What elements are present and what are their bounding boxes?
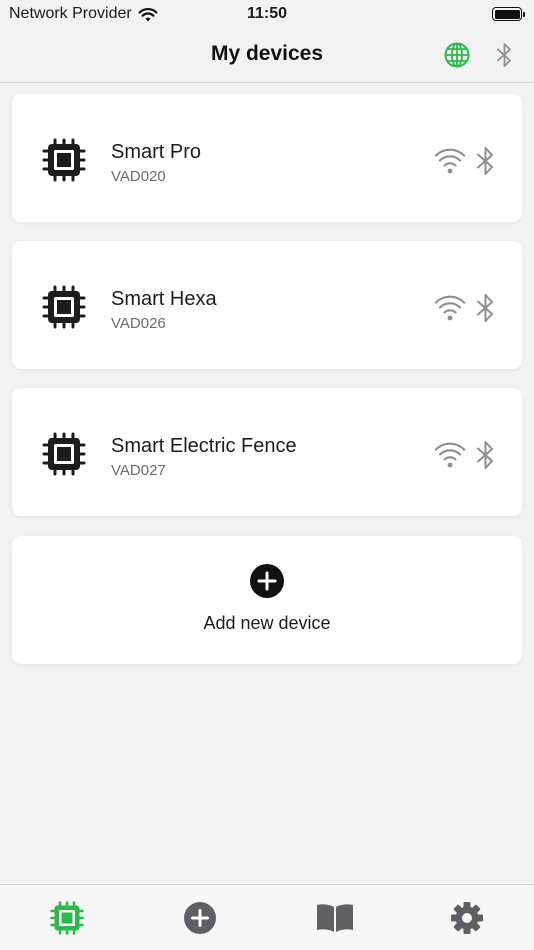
bluetooth-icon [477,294,493,322]
carrier-label: Network Provider [9,5,132,22]
add-device-label: Add new device [203,613,331,633]
bluetooth-icon[interactable] [494,41,516,69]
bluetooth-icon [477,147,493,175]
status-bar: Network Provider 11:50 [0,0,534,28]
chip-icon [42,285,86,329]
wifi-icon [434,148,466,174]
device-code: VAD027 [111,462,166,479]
device-card-smart-hexa[interactable]: Smart Hexa VAD026 [12,241,522,369]
tab-manual-book-icon[interactable] [316,901,354,935]
bluetooth-icon [477,441,493,469]
device-code: VAD026 [111,315,166,332]
wifi-icon [138,7,158,21]
device-card-smart-pro[interactable]: Smart Pro VAD020 [12,94,522,222]
device-code: VAD020 [111,168,166,185]
tab-settings-gear-icon[interactable] [450,901,484,935]
plus-circle-icon [250,564,284,598]
chip-icon [42,138,86,182]
tab-bar [0,884,534,950]
battery-icon [492,7,525,21]
device-card-smart-electric-fence[interactable]: Smart Electric Fence VAD027 [12,388,522,516]
wifi-icon [434,442,466,468]
nav-bar: My devices [0,28,534,83]
chip-icon [42,432,86,476]
add-device-button[interactable]: Add new device [12,536,522,664]
battery-level [494,9,520,19]
wifi-icon [434,295,466,321]
globe-icon[interactable] [443,41,471,69]
tab-add-plus-circle-icon[interactable] [183,901,217,935]
device-name: Smart Pro [111,141,202,163]
device-name: Smart Hexa [111,288,217,310]
tab-devices-chip-icon[interactable] [50,901,84,935]
device-name: Smart Electric Fence [111,435,297,457]
status-left: Network Provider [9,5,158,23]
screen: Network Provider 11:50 My devices Smart … [0,0,534,950]
